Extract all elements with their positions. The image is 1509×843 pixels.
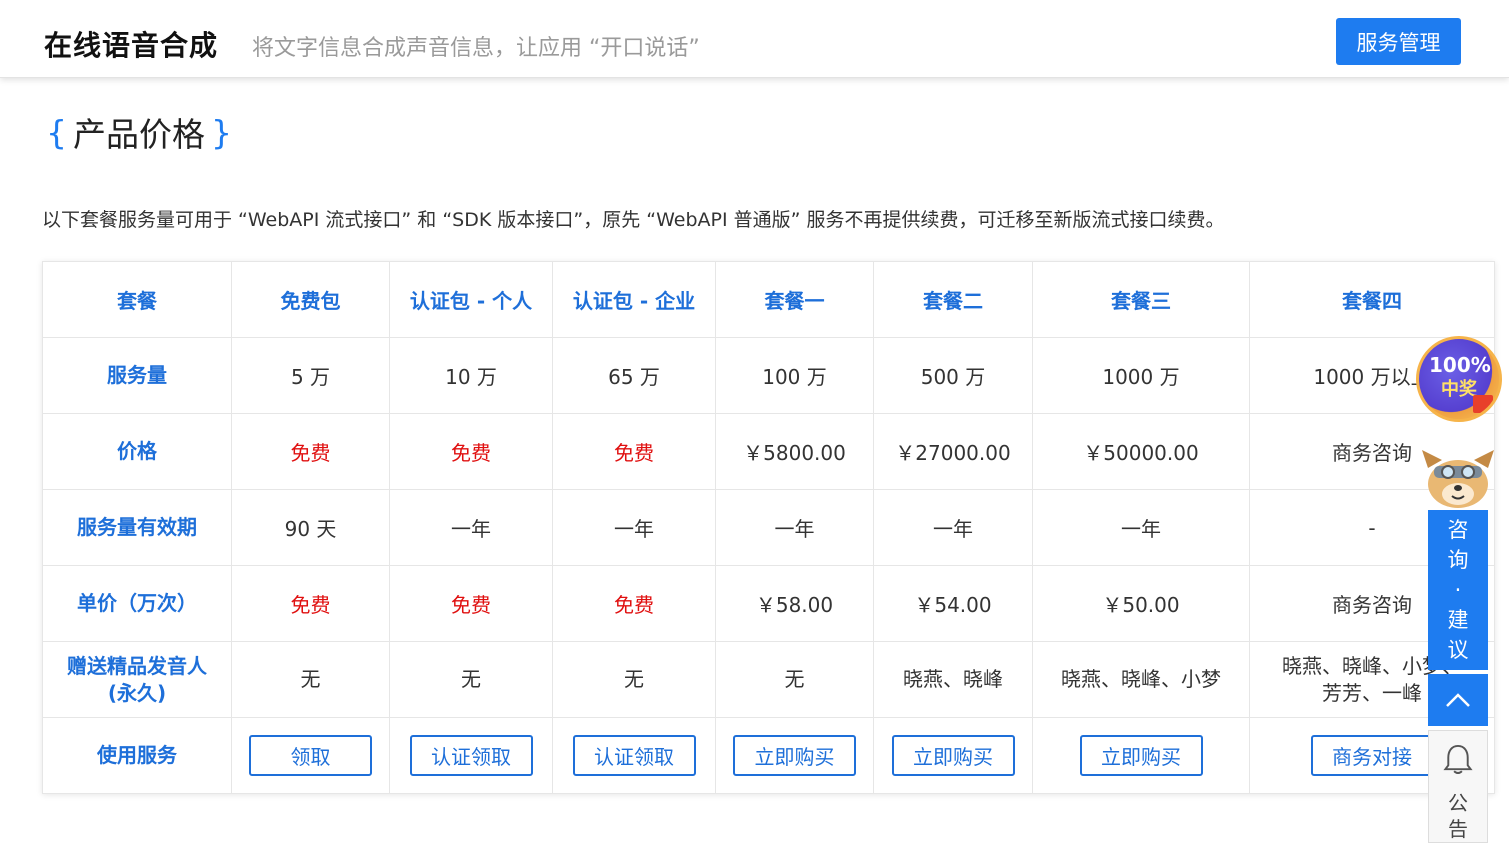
row-label-service: 使用服务: [42, 717, 232, 794]
verify-claim-personal-button[interactable]: 认证领取: [409, 735, 533, 776]
buy-plan-1-button[interactable]: 立即购买: [733, 735, 856, 776]
badge-percent: 100%: [1429, 353, 1491, 377]
consult-char: ·: [1454, 578, 1462, 602]
table-cell: 10 万: [389, 337, 553, 414]
gift-label-line1: 赠送精品发音人: [67, 653, 207, 678]
table-cell: 免费: [552, 565, 716, 642]
table-cell: 立即购买: [715, 717, 874, 794]
section-title: { 产品价格 }: [40, 108, 238, 156]
table-row-price: 价格 免费 免费 免费 ￥5800.00 ￥27000.00 ￥50000.00…: [42, 413, 1495, 490]
service-management-button[interactable]: 服务管理: [1336, 18, 1461, 65]
header-free: 免费包: [231, 261, 390, 338]
table-cell: 晓燕、晓峰、小梦: [1032, 641, 1250, 718]
table-cell: 免费: [389, 565, 553, 642]
table-cell: 无: [231, 641, 390, 718]
table-cell: 5 万: [231, 337, 390, 414]
section-title-text: 产品价格: [73, 115, 205, 154]
row-label-validity: 服务量有效期: [42, 489, 232, 566]
claim-button[interactable]: 领取: [249, 735, 372, 776]
pricing-table: 套餐 免费包 认证包 - 个人 认证包 - 企业 套餐一 套餐二 套餐三 套餐四…: [42, 261, 1495, 794]
top-bar: 在线语音合成 将文字信息合成声音信息，让应用 “开口说话” 服务管理: [0, 0, 1509, 78]
consult-char: 建: [1447, 608, 1469, 632]
table-cell: 一年: [1032, 489, 1250, 566]
header-plan-3: 套餐三: [1032, 261, 1250, 338]
table-cell: ￥27000.00: [873, 413, 1033, 490]
app-title: 在线语音合成: [44, 29, 219, 62]
buy-plan-3-button[interactable]: 立即购买: [1079, 735, 1203, 776]
row-label-volume: 服务量: [42, 337, 232, 414]
table-cell: 晓燕、晓峰: [873, 641, 1033, 718]
back-to-top-button[interactable]: [1428, 674, 1488, 726]
verify-claim-enterprise-button[interactable]: 认证领取: [572, 735, 696, 776]
notice-label: 公告: [1448, 791, 1468, 841]
table-cell: 认证领取: [552, 717, 716, 794]
buy-plan-2-button[interactable]: 立即购买: [891, 735, 1015, 776]
table-cell: 65 万: [552, 337, 716, 414]
table-cell: 90 天: [231, 489, 390, 566]
brace-close: }: [211, 112, 232, 152]
business-contact-button[interactable]: 商务对接: [1310, 735, 1434, 776]
header-plan-1: 套餐一: [715, 261, 874, 338]
table-cell: 免费: [231, 565, 390, 642]
table-cell: 免费: [231, 413, 390, 490]
table-cell: 无: [389, 641, 553, 718]
badge-prize: 中奖: [1441, 379, 1477, 400]
table-cell: ￥5800.00: [715, 413, 874, 490]
table-cell: ￥50.00: [1032, 565, 1250, 642]
brace-open: {: [46, 112, 67, 152]
consult-char: 咨: [1447, 518, 1469, 542]
table-cell: 一年: [389, 489, 553, 566]
chevron-up-icon: [1446, 693, 1470, 707]
table-cell: 免费: [389, 413, 553, 490]
header-plan-4: 套餐四: [1249, 261, 1495, 338]
table-row-service: 使用服务 领取 认证领取 认证领取 立即购买 立即购买 立即购买 商务对接: [42, 717, 1495, 794]
table-cell: 立即购买: [873, 717, 1033, 794]
notice-button[interactable]: 公告: [1428, 730, 1488, 843]
row-label-unit-price: 单价（万次）: [42, 565, 232, 642]
table-cell: 一年: [715, 489, 874, 566]
table-cell: ￥54.00: [873, 565, 1033, 642]
table-cell: 免费: [552, 413, 716, 490]
gift-label-line2: (永久): [107, 680, 167, 705]
table-cell: 一年: [552, 489, 716, 566]
consult-char: 询: [1447, 548, 1469, 572]
table-cell: 500 万: [873, 337, 1033, 414]
table-cell: ￥50000.00: [1032, 413, 1250, 490]
header-personal: 认证包 - 个人: [389, 261, 553, 338]
table-cell: 一年: [873, 489, 1033, 566]
dog-mascot-icon: [1422, 450, 1494, 508]
table-cell: ￥58.00: [715, 565, 874, 642]
bell-icon: [1443, 744, 1473, 775]
table-cell: 1000 万: [1032, 337, 1250, 414]
table-cell: 无: [715, 641, 874, 718]
table-cell: 无: [552, 641, 716, 718]
table-header-row: 套餐 免费包 认证包 - 个人 认证包 - 企业 套餐一 套餐二 套餐三 套餐四: [42, 261, 1495, 338]
header-plan: 套餐: [42, 261, 232, 338]
gift-box-icon: [1473, 395, 1493, 413]
table-cell: 认证领取: [389, 717, 553, 794]
row-label-gift-voices: 赠送精品发音人 (永久): [42, 641, 232, 718]
table-row-volume: 服务量 5 万 10 万 65 万 100 万 500 万 1000 万 100…: [42, 337, 1495, 414]
prize-badge[interactable]: 100% 中奖: [1416, 336, 1502, 422]
table-cell: 100 万: [715, 337, 874, 414]
table-row-unit-price: 单价（万次） 免费 免费 免费 ￥58.00 ￥54.00 ￥50.00 商务咨…: [42, 565, 1495, 642]
table-row-gift-voices: 赠送精品发音人 (永久) 无 无 无 无 晓燕、晓峰 晓燕、晓峰、小梦 晓燕、晓…: [42, 641, 1495, 718]
table-cell: 立即购买: [1032, 717, 1250, 794]
consult-suggest-button[interactable]: 咨 询 · 建 议: [1428, 510, 1488, 670]
table-row-validity: 服务量有效期 90 天 一年 一年 一年 一年 一年 -: [42, 489, 1495, 566]
table-cell: 领取: [231, 717, 390, 794]
intro-text: 以下套餐服务量可用于 “WebAPI 流式接口” 和 “SDK 版本接口”，原先…: [42, 209, 1225, 231]
header-plan-2: 套餐二: [873, 261, 1033, 338]
consult-char: 议: [1447, 638, 1469, 662]
header-enterprise: 认证包 - 企业: [552, 261, 716, 338]
app-subtitle: 将文字信息合成声音信息，让应用 “开口说话”: [252, 36, 700, 61]
row-label-price: 价格: [42, 413, 232, 490]
